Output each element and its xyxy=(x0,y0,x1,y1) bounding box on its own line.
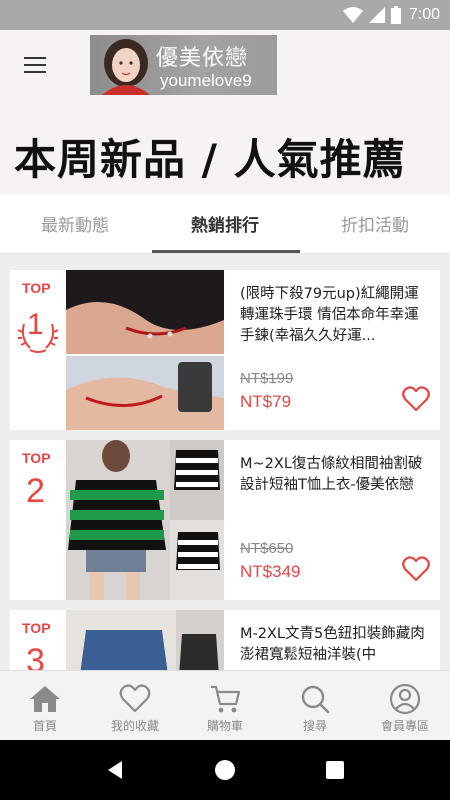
brand-logo[interactable]: 優美依戀 youmelove9 xyxy=(90,35,277,95)
system-nav-bar xyxy=(0,740,450,800)
original-price: NT$199 xyxy=(240,370,294,387)
product-image[interactable] xyxy=(66,440,224,600)
nav-favorites-label: 我的收藏 xyxy=(110,719,159,733)
nav-home[interactable]: 首頁 xyxy=(0,671,90,740)
nav-member-label: 會員專區 xyxy=(380,719,429,733)
product-name[interactable]: M~2XL復古條紋相間袖割破設計短袖T恤上衣-優美依戀 xyxy=(240,454,428,517)
tab-best-sellers[interactable]: 熱銷排行 xyxy=(150,194,300,253)
bottom-nav: 首頁 我的收藏 購物車 搜尋 會員專區 xyxy=(0,670,450,740)
nav-cart-label: 購物車 xyxy=(206,719,243,733)
wifi-icon xyxy=(342,7,363,23)
rank-badge: TOP 3 xyxy=(10,610,66,670)
cart-icon xyxy=(211,685,241,713)
rank-label: TOP xyxy=(22,280,51,296)
product-photo xyxy=(66,610,224,670)
product-list[interactable]: TOP 1 (限時下殺79元up)紅繩開運轉運珠手環 情侶本命年幸運手鍊(幸福久… xyxy=(0,254,450,670)
status-icons xyxy=(342,6,401,24)
rank-number: 3 xyxy=(26,642,45,670)
product-image[interactable] xyxy=(66,270,224,430)
nav-search[interactable]: 搜尋 xyxy=(270,671,360,740)
recents-square-icon xyxy=(326,761,344,779)
sale-price: NT$349 xyxy=(240,562,301,581)
nav-home-label: 首頁 xyxy=(32,719,57,733)
menu-icon[interactable] xyxy=(22,54,48,76)
product-card[interactable]: TOP 1 (限時下殺79元up)紅繩開運轉運珠手環 情侶本命年幸運手鍊(幸福久… xyxy=(10,270,440,430)
favorite-heart-icon[interactable] xyxy=(402,386,430,412)
product-photo xyxy=(66,270,224,430)
rank-badge: TOP 1 xyxy=(10,270,66,430)
rank-number: 2 xyxy=(26,472,45,510)
product-photo xyxy=(66,440,224,600)
tab-discounts[interactable]: 折扣活動 xyxy=(300,194,450,253)
rank-badge: TOP 2 xyxy=(10,440,66,600)
status-bar: 7:00 xyxy=(0,0,450,30)
heart-icon xyxy=(119,684,151,713)
back-button[interactable] xyxy=(95,750,135,790)
original-price: NT$650 xyxy=(240,540,294,557)
rank-label: TOP xyxy=(22,620,51,636)
status-time: 7:00 xyxy=(408,6,440,23)
user-icon xyxy=(389,683,421,715)
tab-bar: 最新動態 熱銷排行 折扣活動 xyxy=(0,194,450,254)
product-name[interactable]: M-2XL文青5色鈕扣裝飾藏肉澎裙寬鬆短袖洋裝(中 xyxy=(240,624,428,670)
nav-favorites[interactable]: 我的收藏 xyxy=(90,671,180,740)
header: 優美依戀 youmelove9 本周新品 / 人氣推薦 xyxy=(0,30,450,194)
sale-price: NT$79 xyxy=(240,392,292,411)
product-card[interactable]: TOP 2 M~2XL復古條紋相間袖割破設計短袖T恤上衣-優美依戀 NT$650… xyxy=(10,440,440,600)
recents-button[interactable] xyxy=(315,750,355,790)
nav-cart[interactable]: 購物車 xyxy=(180,671,270,740)
product-info: M-2XL文青5色鈕扣裝飾藏肉澎裙寬鬆短袖洋裝(中 xyxy=(224,610,440,670)
home-icon xyxy=(30,686,60,712)
home-button[interactable] xyxy=(205,750,245,790)
nav-member[interactable]: 會員專區 xyxy=(360,671,450,740)
product-info: (限時下殺79元up)紅繩開運轉運珠手環 情侶本命年幸運手鍊(幸福久久好運...… xyxy=(224,270,440,430)
favorite-heart-icon[interactable] xyxy=(402,556,430,582)
rank-number: 1 xyxy=(27,308,44,341)
back-triangle-icon xyxy=(108,761,122,779)
nav-search-label: 搜尋 xyxy=(302,719,327,733)
logo-subtitle: youmelove9 xyxy=(160,71,252,90)
search-icon xyxy=(301,685,330,714)
logo-title: 優美依戀 xyxy=(156,46,249,71)
battery-icon xyxy=(390,6,401,24)
home-circle-icon xyxy=(215,760,235,780)
product-name[interactable]: (限時下殺79元up)紅繩開運轉運珠手環 情侶本命年幸運手鍊(幸福久久好運... xyxy=(240,284,428,347)
logo-portrait-icon xyxy=(102,39,150,95)
product-info: M~2XL復古條紋相間袖割破設計短袖T恤上衣-優美依戀 NT$650 NT$34… xyxy=(224,440,440,600)
signal-icon xyxy=(368,7,385,23)
page-title: 本周新品 / 人氣推薦 xyxy=(14,135,406,184)
product-image[interactable] xyxy=(66,610,224,670)
rank-label: TOP xyxy=(22,450,51,466)
product-card[interactable]: TOP 3 M-2XL文青5色鈕扣裝飾藏肉澎裙寬鬆短袖洋裝(中 xyxy=(10,610,440,670)
tab-latest-news[interactable]: 最新動態 xyxy=(0,194,150,253)
